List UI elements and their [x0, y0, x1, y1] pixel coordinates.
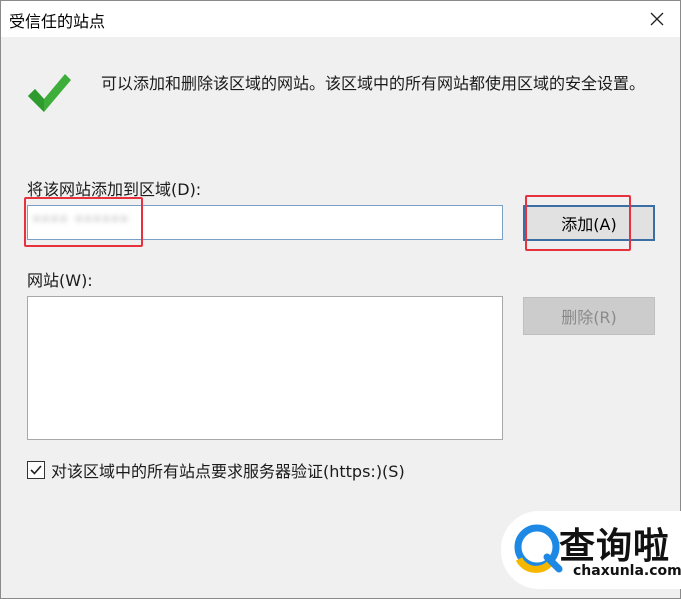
zone-description: 可以添加和删除该区域的网站。该区域中的所有网站都使用区域的安全设置。	[101, 74, 646, 93]
add-button[interactable]: 添加(A)	[523, 205, 655, 241]
title-bar: 受信任的站点	[1, 1, 680, 37]
close-icon	[650, 12, 664, 26]
add-site-value: **** ******	[33, 214, 130, 230]
require-https-checkbox[interactable]	[27, 461, 45, 479]
watermark: 查询啦 chaxunla.com	[501, 511, 681, 589]
trusted-sites-dialog: 受信任的站点 可以添加和删除该区域的网站。该区域中的所有网站都使用区域的安全设置…	[0, 0, 681, 599]
sites-list[interactable]	[27, 296, 503, 440]
watermark-name: 查询啦	[559, 526, 671, 567]
remove-button: 删除(R)	[523, 297, 655, 335]
verify-row: 对该区域中的所有站点要求服务器验证(https:)(S)	[27, 458, 405, 482]
watermark-url: chaxunla.com	[573, 563, 681, 579]
checkbox-check-icon	[30, 465, 42, 475]
green-check-icon	[28, 74, 71, 112]
sites-label: 网站(W):	[27, 271, 93, 290]
add-site-label: 将该网站添加到区域(D):	[27, 180, 202, 199]
close-button[interactable]	[634, 1, 680, 37]
require-https-label: 对该区域中的所有站点要求服务器验证(https:)(S)	[51, 462, 405, 481]
window-title: 受信任的站点	[9, 12, 106, 31]
